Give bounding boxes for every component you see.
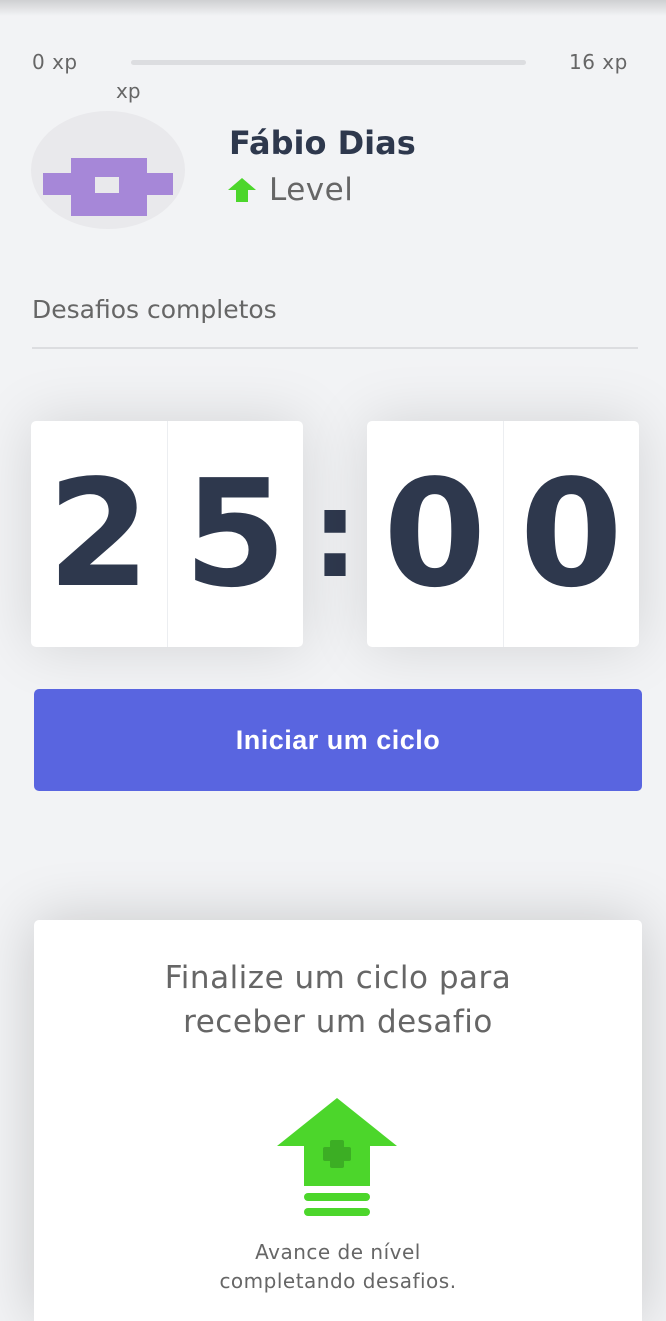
- level-up-icon: [277, 1098, 397, 1216]
- divider: [32, 347, 638, 349]
- user-name: Fábio Dias: [229, 124, 416, 162]
- countdown-separator: :: [311, 465, 359, 605]
- xp-progress-bar: [131, 60, 526, 65]
- card-text-line: completando desafios.: [219, 1269, 457, 1293]
- level-row: Level: [228, 172, 353, 208]
- xp-start-label: 0 xp: [32, 50, 78, 74]
- countdown-seconds: 0 0: [367, 421, 639, 647]
- level-up-arrow-icon: [228, 178, 256, 202]
- minutes-ones-digit: 5: [166, 421, 304, 647]
- card-title: Finalize um ciclo para receber um desafi…: [34, 956, 642, 1044]
- card-title-line: Finalize um ciclo para: [164, 960, 512, 996]
- avatar: [31, 111, 185, 229]
- challenge-card: Finalize um ciclo para receber um desafi…: [34, 920, 642, 1321]
- card-description: Avance de nível completando desafios.: [34, 1238, 642, 1296]
- card-title-line: receber um desafio: [183, 1004, 493, 1040]
- start-cycle-button[interactable]: Iniciar um ciclo: [34, 689, 642, 791]
- completed-challenges-label: Desafios completos: [32, 295, 277, 324]
- minutes-tens-digit: 2: [47, 448, 151, 620]
- xp-current-label: xp: [116, 79, 141, 103]
- xp-end-label: 16 xp: [569, 50, 628, 74]
- level-label: Level: [269, 172, 354, 208]
- card-text-line: Avance de nível: [255, 1240, 421, 1264]
- top-shadow: [0, 0, 666, 16]
- seconds-ones-digit: 0: [502, 421, 640, 647]
- seconds-tens-digit: 0: [383, 448, 487, 620]
- countdown-minutes: 2 5: [31, 421, 303, 647]
- pixel-avatar-icon: [43, 158, 173, 216]
